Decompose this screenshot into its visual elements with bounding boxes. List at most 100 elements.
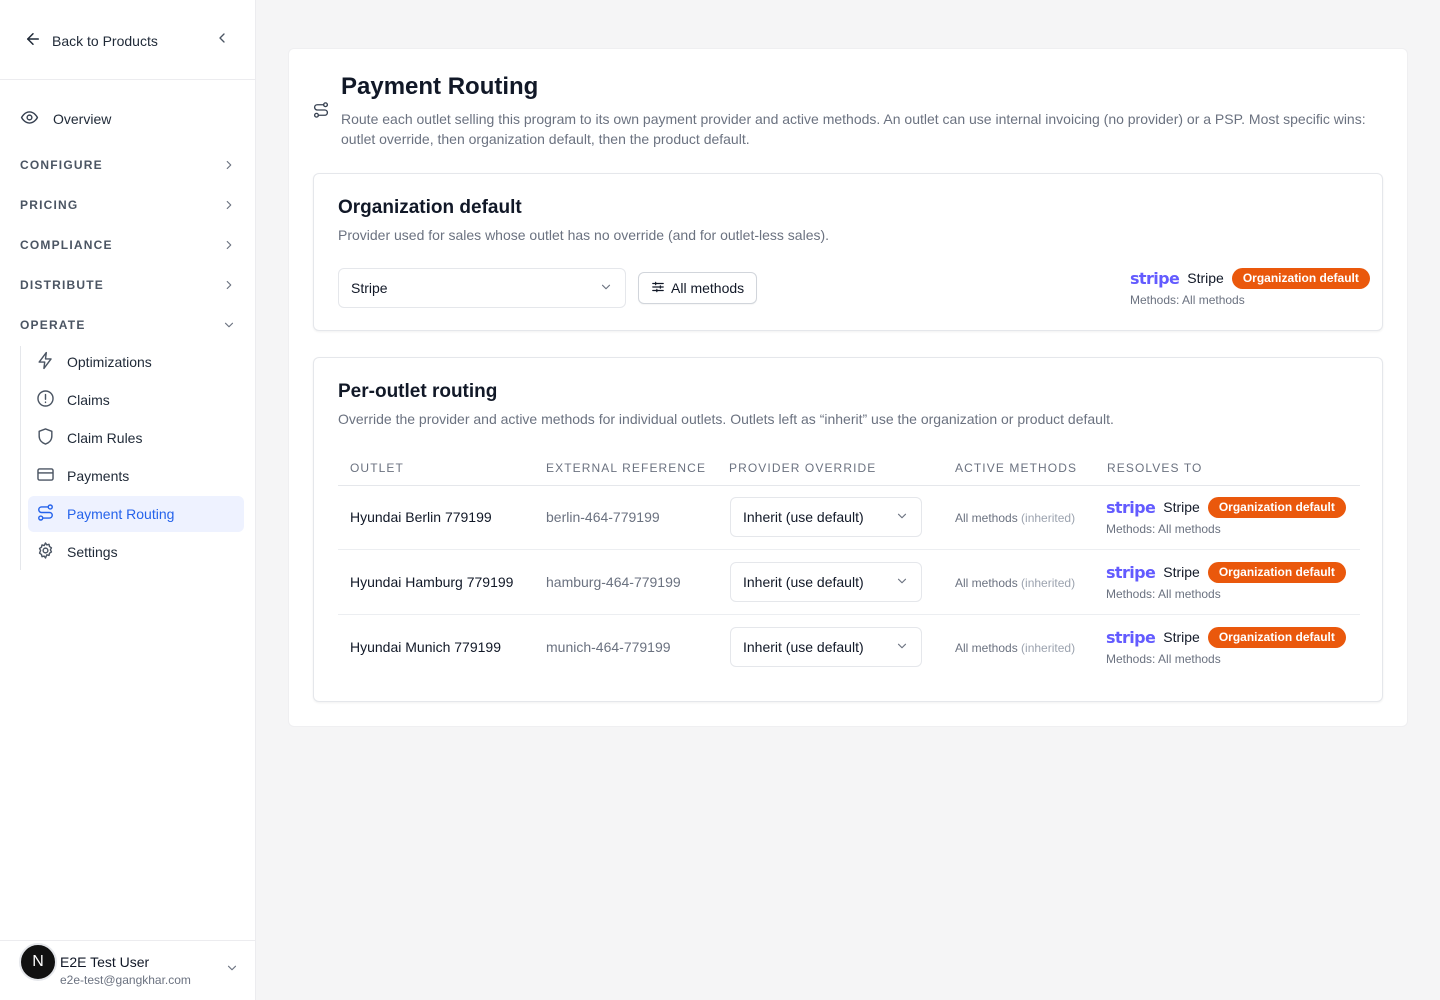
per-outlet-routing-panel: Per-outlet routing Override the provider… — [313, 357, 1383, 702]
page-description: Route each outlet selling this program t… — [341, 111, 1366, 147]
button-label: All methods — [671, 280, 745, 296]
external-reference: berlin-464-779199 — [546, 509, 660, 525]
provider-override-select[interactable]: Inherit (use default) — [730, 627, 922, 667]
org-resolves-to: stripe Stripe Organization default Metho… — [1130, 267, 1370, 307]
section-label: COMPLIANCE — [20, 238, 113, 252]
external-reference: hamburg-464-779199 — [546, 574, 681, 590]
selected-value: Stripe — [351, 280, 388, 296]
back-to-products-label: Back to Products — [52, 32, 158, 49]
sidebar-item-overview[interactable]: Overview — [20, 108, 111, 130]
chevron-down-icon — [895, 509, 909, 526]
row-divider — [338, 549, 1360, 550]
sidebar-item-claim-rules[interactable]: Claim Rules — [28, 420, 244, 456]
chevron-down-icon — [895, 639, 909, 656]
chevron-right-icon — [222, 238, 236, 252]
chevron-left-icon — [214, 30, 230, 51]
inherited-tag: (inherited) — [1021, 641, 1076, 655]
sidebar-item-label: Settings — [67, 544, 118, 560]
organization-default-panel: Organization default Provider used for s… — [313, 173, 1383, 331]
sidebar-item-optimizations[interactable]: Optimizations — [28, 344, 244, 380]
provider-name: Stripe — [1187, 270, 1224, 286]
alert-circle-icon — [36, 389, 55, 411]
sidebar-item-label: Overview — [53, 111, 112, 127]
sidebar-section-operate[interactable]: OPERATE — [20, 315, 236, 335]
active-methods-value: All methods — [955, 511, 1018, 525]
page-title: Payment Routing — [341, 73, 539, 100]
status-badge: Organization default — [1207, 496, 1346, 518]
inherited-tag: (inherited) — [1021, 511, 1076, 525]
user-menu-toggle[interactable] — [224, 962, 240, 978]
org-provider-select[interactable]: Stripe — [338, 268, 626, 308]
resolved-methods: Methods: All methods — [1130, 293, 1245, 307]
user-email: e2e-test@gangkhar.com — [60, 973, 191, 987]
arrow-left-icon — [24, 30, 42, 51]
route-icon — [36, 503, 55, 525]
back-to-products-link[interactable]: Back to Products — [24, 30, 158, 51]
panel-description: Override the provider and active methods… — [338, 411, 1114, 427]
sidebar-section-configure[interactable]: CONFIGURE — [20, 155, 236, 175]
provider-override-select[interactable]: Inherit (use default) — [730, 497, 922, 537]
selected-value: Inherit (use default) — [743, 639, 864, 655]
sidebar-item-claims[interactable]: Claims — [28, 382, 244, 418]
sidebar-item-label: Payment Routing — [67, 506, 175, 522]
outlet-name: Hyundai Hamburg 779199 — [350, 574, 514, 590]
section-label: OPERATE — [20, 318, 86, 332]
sliders-icon — [651, 280, 665, 297]
avatar[interactable]: N — [19, 943, 57, 981]
active-methods-value: All methods — [955, 576, 1018, 590]
resolved-methods: Methods: All methods — [1106, 522, 1221, 536]
column-header-external-reference: EXTERNAL REFERENCE — [546, 461, 707, 475]
column-header-outlet: OUTLET — [350, 461, 404, 475]
collapse-sidebar-button[interactable] — [212, 30, 232, 50]
external-reference: munich-464-779199 — [546, 639, 671, 655]
column-header-provider-override: PROVIDER OVERRIDE — [729, 461, 877, 475]
sidebar-item-label: Claim Rules — [67, 430, 143, 446]
chevron-down-icon — [895, 574, 909, 591]
panel-title: Per-outlet routing — [338, 381, 498, 402]
active-methods: All methods (inherited) — [955, 641, 1075, 655]
resolves-to: stripe Stripe Organization default Metho… — [1106, 561, 1346, 601]
chevron-down-icon — [225, 961, 239, 980]
panel-description: Provider used for sales whose outlet has… — [338, 227, 830, 243]
eye-icon — [20, 108, 39, 130]
section-label: DISTRIBUTE — [20, 278, 104, 292]
all-methods-button[interactable]: All methods — [638, 272, 758, 304]
sidebar-section-distribute[interactable]: DISTRIBUTE — [20, 275, 236, 295]
provider-name: Stripe — [1163, 629, 1200, 645]
resolves-to: stripe Stripe Organization default Metho… — [1106, 496, 1346, 536]
stripe-logo: stripe — [1130, 268, 1180, 288]
operate-subnav-guide — [20, 346, 21, 570]
status-badge: Organization default — [1231, 267, 1370, 289]
status-badge: Organization default — [1207, 561, 1346, 583]
resolves-to: stripe Stripe Organization default Metho… — [1106, 626, 1346, 666]
resolved-methods: Methods: All methods — [1106, 587, 1221, 601]
sidebar-section-compliance[interactable]: COMPLIANCE — [20, 235, 236, 255]
active-methods: All methods (inherited) — [955, 576, 1075, 590]
stripe-logo: stripe — [1106, 497, 1156, 517]
shield-icon — [36, 427, 55, 449]
chevron-right-icon — [222, 278, 236, 292]
section-label: CONFIGURE — [20, 158, 103, 172]
lightning-icon — [36, 351, 55, 373]
credit-card-icon — [36, 465, 55, 487]
sidebar-section-pricing[interactable]: PRICING — [20, 195, 236, 215]
selected-value: Inherit (use default) — [743, 574, 864, 590]
section-label: PRICING — [20, 198, 79, 212]
active-methods-value: All methods — [955, 641, 1018, 655]
chevron-right-icon — [222, 158, 236, 172]
chevron-down-icon — [222, 318, 236, 332]
outlet-name: Hyundai Berlin 779199 — [350, 509, 492, 525]
provider-override-select[interactable]: Inherit (use default) — [730, 562, 922, 602]
sidebar-item-payment-routing[interactable]: Payment Routing — [28, 496, 244, 532]
user-name: E2E Test User — [60, 954, 150, 970]
route-icon — [312, 100, 330, 120]
gear-icon — [36, 541, 55, 563]
sidebar-item-payments[interactable]: Payments — [28, 458, 244, 494]
sidebar-header: Back to Products — [0, 0, 256, 80]
sidebar-item-label: Claims — [67, 392, 110, 408]
sidebar-item-settings[interactable]: Settings — [28, 534, 244, 570]
stripe-logo: stripe — [1106, 562, 1156, 582]
active-methods: All methods (inherited) — [955, 511, 1075, 525]
stripe-logo: stripe — [1106, 627, 1156, 647]
sidebar-item-label: Payments — [67, 468, 130, 484]
